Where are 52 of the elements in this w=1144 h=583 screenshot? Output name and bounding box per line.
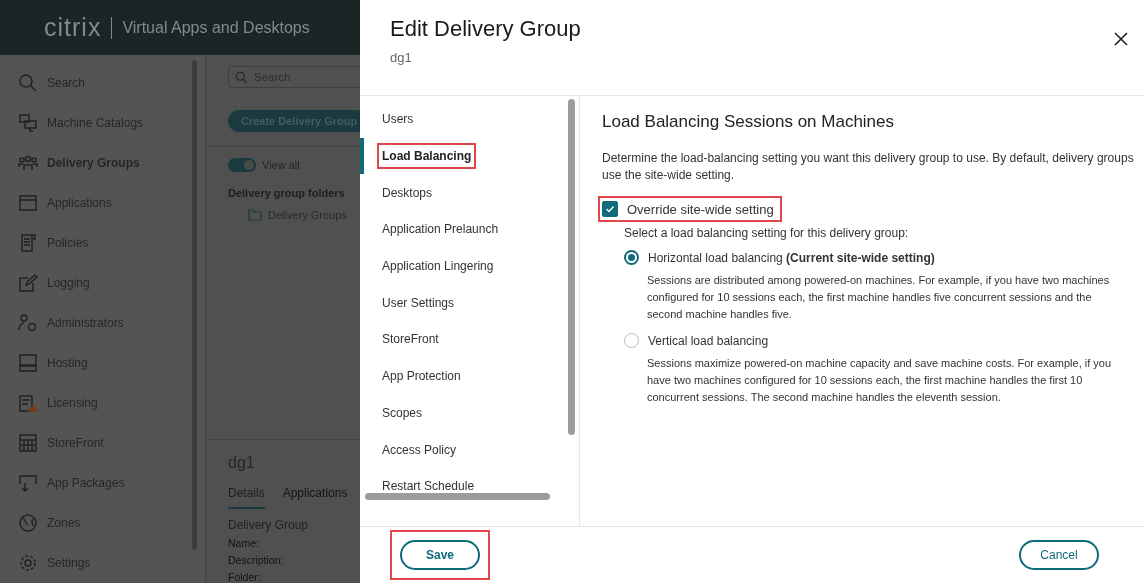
document-icon [18, 233, 38, 253]
close-button[interactable] [1114, 32, 1128, 46]
nav-item[interactable]: User Settings [360, 284, 579, 322]
nav-item[interactable]: App Protection [360, 357, 579, 395]
cancel-button[interactable]: Cancel [1019, 540, 1099, 570]
tab[interactable]: Applications [282, 486, 348, 509]
user-gear-icon [18, 313, 38, 333]
grid-icon [18, 433, 38, 453]
download-icon [18, 473, 38, 493]
license-warning-icon [18, 393, 38, 413]
globe-icon [18, 513, 38, 533]
dialog-subtitle: dg1 [390, 50, 413, 65]
settings-icon [18, 553, 38, 573]
field-label: Folder: [228, 571, 262, 583]
scrollbar[interactable] [568, 99, 575, 435]
people-icon [18, 153, 38, 173]
option-label[interactable]: Vertical load balancing [648, 333, 769, 348]
nav-item[interactable]: Load Balancing [360, 137, 579, 175]
save-button[interactable]: Save [400, 540, 480, 570]
checkbox[interactable]: Override site-wide setting [600, 198, 780, 220]
nav-item[interactable]: Access Policy [360, 431, 579, 468]
nav-item[interactable]: Users [360, 101, 579, 138]
radio-button[interactable] [624, 250, 639, 265]
field-label: Description: [228, 554, 285, 566]
product-title: Virtual Apps and Desktops [122, 18, 310, 37]
option-label[interactable]: Horizontal load balancing (Current site-wide setting) [648, 250, 935, 265]
window-icon [18, 193, 38, 213]
scrollbar[interactable] [192, 60, 197, 550]
description-text: Determine the load-balancing setting you want this delivery group to use. By default, delivery groups use the site-wide setting. [602, 150, 1135, 184]
toggle-switch[interactable] [228, 158, 256, 172]
brand-logo: citrix [44, 13, 102, 42]
prompt-text: Select a load balancing setting for this delivery group: [624, 226, 910, 240]
nav-item[interactable]: Application Prelaunch [360, 211, 579, 248]
field-label: Name: [228, 537, 260, 549]
option-description: Sessions maximize powered-on machine capacity and save machine costs. For example, if you have two machines configured for 10 sessions each, the first machine handles the first 10 concurrent sessions. The second machine handles the eleventh session. [647, 356, 1113, 405]
search-icon [18, 73, 38, 93]
server-icon [18, 353, 38, 373]
dialog-title: Edit Delivery Group [390, 16, 581, 42]
nav-item[interactable]: Application Lingering [360, 247, 579, 285]
radio-button[interactable] [624, 333, 639, 348]
edit-icon [18, 273, 38, 293]
scrollbar[interactable] [365, 493, 550, 500]
folder-icon [248, 209, 262, 221]
nav-item[interactable]: StoreFront [360, 321, 579, 358]
section-heading: Load Balancing Sessions on Machines [602, 112, 896, 132]
nav-item[interactable]: Restart Schedule [360, 467, 579, 505]
checkmark-icon [605, 204, 615, 214]
monitors-icon [18, 113, 38, 133]
search-icon [235, 70, 248, 84]
nav-item[interactable]: Desktops [360, 174, 579, 212]
nav-item[interactable]: Scopes [360, 394, 579, 432]
option-description: Sessions are distributed among powered-on machines. For example, if you have two machines configured for 10 sessions each, the first machine handles five concurrent sessions and the second machine handles five. [647, 273, 1111, 322]
